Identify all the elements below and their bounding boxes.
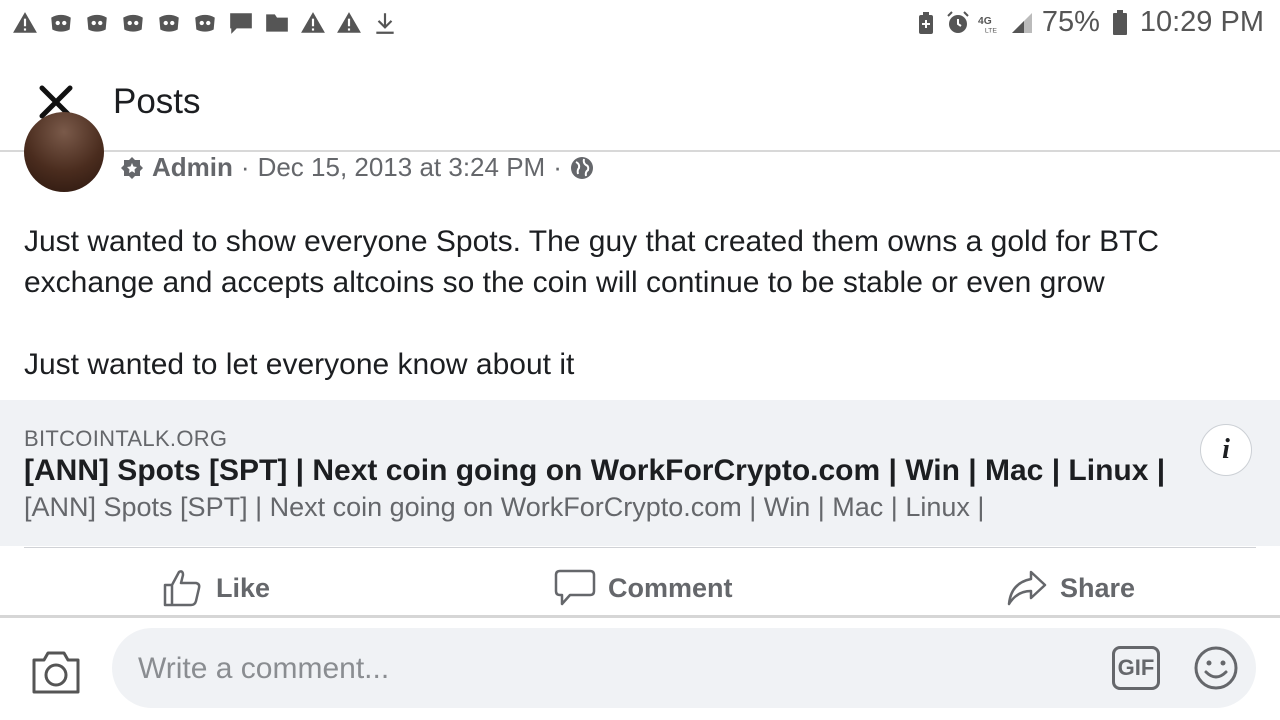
share-icon (1007, 570, 1047, 606)
link-description: [ANN] Spots [SPT] | Next coin going on W… (24, 492, 985, 522)
comment-composer: GIF (0, 618, 1280, 720)
emoji-button[interactable] (1192, 644, 1240, 692)
comment-icon (554, 569, 596, 606)
discord-icon (195, 14, 215, 32)
link-title: [ANN] Spots [SPT] | Next coin going on W… (24, 454, 1166, 487)
system-status: 4G LTE 75% 10:29 PM (914, 6, 1264, 39)
battery-saver-icon (918, 11, 933, 34)
globe-icon (570, 156, 593, 179)
app-bar: Posts (0, 52, 1280, 152)
post-meta: Admin · Dec 15, 2013 at 3:24 PM · (120, 152, 594, 183)
camera-button[interactable] (30, 648, 82, 696)
message-icon (230, 13, 252, 34)
author-role[interactable]: Admin (152, 152, 233, 183)
warning-icon (337, 12, 361, 33)
battery-percent: 75% (1041, 6, 1100, 38)
post-paragraph: Just wanted to let everyone know about i… (24, 348, 575, 381)
comment-input[interactable] (136, 628, 1080, 710)
share-label: Share (1060, 572, 1136, 603)
notification-icons (12, 10, 398, 36)
post-actions: Like Comment Share (0, 560, 1280, 616)
discord-icon (123, 14, 143, 32)
svg-text:LTE: LTE (985, 27, 997, 34)
gif-button[interactable]: GIF (1112, 646, 1160, 690)
like-button[interactable]: Like (162, 560, 270, 616)
post-paragraph: Just wanted to show everyone Spots. The … (24, 225, 1160, 299)
like-label: Like (216, 572, 271, 603)
comment-button[interactable]: Comment (554, 560, 733, 616)
post-timestamp[interactable]: Dec 15, 2013 at 3:24 PM (258, 152, 546, 183)
warning-icon (301, 12, 325, 33)
warning-icon (13, 12, 37, 33)
clock: 10:29 PM (1139, 6, 1264, 38)
link-preview[interactable]: BITCOINTALK.ORG [ANN] Spots [SPT] | Next… (0, 400, 1280, 546)
info-button[interactable]: i (1200, 424, 1252, 476)
avatar[interactable] (24, 112, 104, 192)
emoji-icon (1194, 646, 1238, 690)
lte-icon: 4GLTE (978, 15, 997, 34)
download-icon (376, 13, 394, 34)
discord-icon (51, 14, 71, 32)
admin-badge-icon (121, 156, 143, 179)
discord-icon (87, 14, 107, 32)
page-title: Posts (113, 82, 201, 121)
signal-icon (1011, 12, 1032, 33)
comment-label: Comment (608, 572, 733, 603)
info-icon: i (1222, 434, 1230, 465)
post-body: Just wanted to show everyone Spots. The … (24, 221, 1259, 385)
battery-icon (1112, 9, 1127, 35)
alarm-icon (947, 10, 969, 33)
link-domain: BITCOINTALK.ORG (24, 426, 228, 451)
like-icon (163, 570, 201, 607)
share-button[interactable]: Share (1006, 560, 1135, 616)
comment-field[interactable]: GIF (112, 628, 1256, 710)
status-bar: 4G LTE 75% 10:29 PM (0, 0, 1280, 48)
gif-label: GIF (1117, 655, 1155, 680)
folder-icon (266, 14, 288, 32)
meta-separator: · (553, 152, 562, 182)
discord-icon (159, 14, 179, 32)
svg-text:4G: 4G (978, 15, 992, 26)
divider (24, 547, 1256, 548)
camera-icon (32, 651, 80, 694)
meta-separator: · (240, 152, 250, 182)
